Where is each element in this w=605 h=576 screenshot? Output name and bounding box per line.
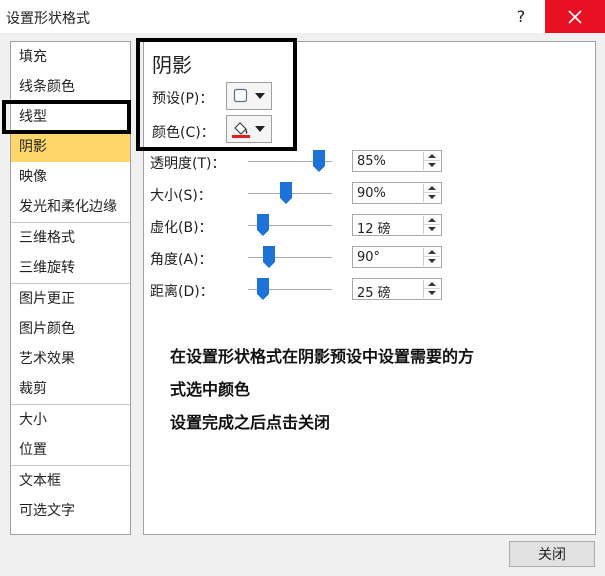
slider-track[interactable] xyxy=(248,257,332,258)
spin-up-icon[interactable] xyxy=(424,280,440,289)
nav-item[interactable]: 填充 xyxy=(11,42,130,72)
color-label: 颜色(C)： xyxy=(152,125,215,141)
spin-down-icon[interactable] xyxy=(424,193,440,202)
value-spinner[interactable]: 85% xyxy=(352,150,442,172)
spinner-value[interactable]: 90° xyxy=(357,250,380,265)
paint-bucket-icon xyxy=(232,122,250,138)
spinner-buttons xyxy=(423,280,440,298)
slider-thumb[interactable] xyxy=(256,213,270,237)
spinner-value[interactable]: 90% xyxy=(357,186,386,201)
nav-item[interactable]: 线条颜色 xyxy=(11,72,130,102)
value-spinner[interactable]: 90% xyxy=(352,182,442,204)
slider-thumb[interactable] xyxy=(279,181,293,205)
instruction-text: 设置完成之后点击关闭 xyxy=(170,413,331,432)
spinner-buttons xyxy=(423,216,440,234)
nav-item[interactable]: 裁剪 xyxy=(11,374,130,404)
row-label: 大小(S)： xyxy=(150,188,212,204)
nav-group: 三维格式 三维旋转 xyxy=(11,223,130,284)
spin-down-icon[interactable] xyxy=(424,257,440,266)
slider-thumb[interactable] xyxy=(256,277,270,301)
nav-item[interactable]: 文本框 xyxy=(11,466,130,496)
spinner-buttons xyxy=(423,248,440,266)
value-spinner[interactable]: 25 磅 xyxy=(352,278,442,301)
slider-thumb[interactable] xyxy=(262,245,276,269)
title-bar: 设置形状格式 ? xyxy=(0,0,605,33)
spin-up-icon[interactable] xyxy=(424,216,440,225)
nav-item[interactable]: 线型 xyxy=(11,102,130,132)
chevron-down-icon xyxy=(255,93,265,99)
spinner-value[interactable]: 12 磅 xyxy=(357,218,391,237)
row-label: 距离(D)： xyxy=(150,284,214,300)
instruction-text: 在设置形状格式在阴影预设中设置需要的方 xyxy=(170,347,475,366)
row-label: 角度(A)： xyxy=(150,252,213,268)
spin-up-icon[interactable] xyxy=(424,248,440,257)
nav-item[interactable]: 可选文字 xyxy=(11,496,130,526)
chevron-down-icon xyxy=(255,126,265,132)
nav-item[interactable]: 阴影 xyxy=(11,132,130,162)
category-list: 填充 线条颜色 线型 阴影 映像 发光和柔化边缘 三维格式 三维旋转 图片更正 图片颜色 艺术效果裁… xyxy=(10,41,131,535)
row-label: 虚化(B)： xyxy=(150,220,213,236)
help-icon: ? xyxy=(516,7,526,26)
nav-item[interactable]: 映像 xyxy=(11,162,130,192)
nav-group: 大小 位置 xyxy=(11,405,130,466)
preset-dropdown[interactable] xyxy=(226,82,272,110)
spin-down-icon[interactable] xyxy=(424,289,440,298)
nav-item[interactable]: 图片更正 xyxy=(11,284,130,314)
shadow-preset-icon xyxy=(233,88,248,103)
nav-group: 图片更正 图片颜色 艺术效果 裁剪 xyxy=(11,284,130,405)
spinner-buttons xyxy=(423,152,440,170)
window-title: 设置形状格式 xyxy=(6,11,90,27)
spin-down-icon[interactable] xyxy=(424,161,440,170)
close-button[interactable]: 关闭 xyxy=(509,541,595,567)
slider-thumb[interactable] xyxy=(312,149,326,173)
spinner-value[interactable]: 85% xyxy=(357,154,386,169)
nav-item[interactable]: 图片颜色 xyxy=(11,314,130,344)
help-button[interactable]: ? xyxy=(499,0,543,33)
spinner-buttons xyxy=(423,184,440,202)
spin-down-icon[interactable] xyxy=(424,225,440,234)
row-label: 透明度(T)： xyxy=(150,156,226,172)
spin-up-icon[interactable] xyxy=(424,184,440,193)
nav-item[interactable]: 艺术效果 xyxy=(11,344,130,374)
close-icon xyxy=(568,9,582,24)
nav-group: 文本框 可选文字 xyxy=(11,466,130,526)
spinner-value[interactable]: 25 磅 xyxy=(357,282,391,301)
nav-item[interactable]: 三维格式 xyxy=(11,223,130,253)
section-title: 阴影 xyxy=(152,53,192,77)
instruction-text: 式选中颜色 xyxy=(170,380,251,399)
nav-item[interactable]: 三维旋转 xyxy=(11,253,130,283)
nav-group: 填充 线条颜色 线型 阴影 映像 发光和柔化边缘 xyxy=(11,42,130,223)
dialog-body: 填充 线条颜色 线型 阴影 映像 发光和柔化边缘 三维格式 三维旋转 图片更正 图片颜色 艺术效果裁… xyxy=(0,33,605,576)
nav-item[interactable]: 大小 xyxy=(11,405,130,435)
preset-label: 预设(P)： xyxy=(152,91,214,107)
window-close-button[interactable] xyxy=(545,0,605,33)
nav-item[interactable]: 位置 xyxy=(11,435,130,465)
nav-item[interactable]: 发光和柔化边缘 xyxy=(11,192,130,222)
value-spinner[interactable]: 90° xyxy=(352,246,442,268)
spin-up-icon[interactable] xyxy=(424,152,440,161)
color-dropdown[interactable] xyxy=(226,115,272,143)
value-spinner[interactable]: 12 磅 xyxy=(352,214,442,237)
